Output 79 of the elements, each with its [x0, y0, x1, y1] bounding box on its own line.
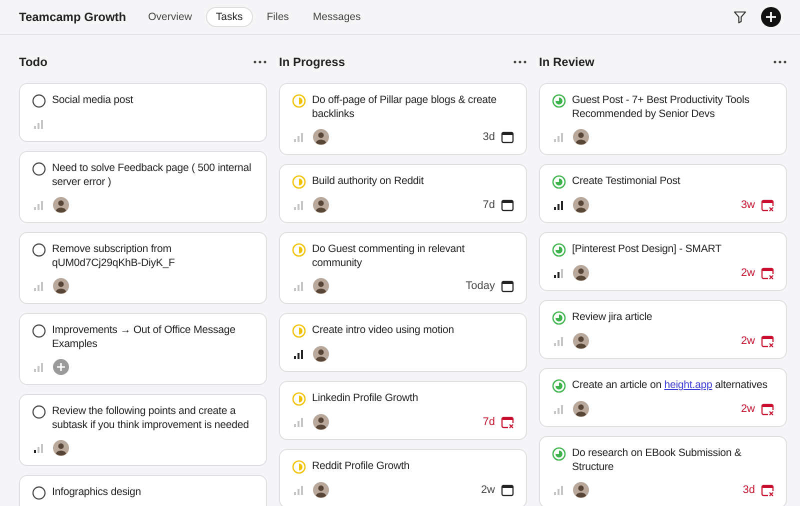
status-circle-icon[interactable]	[32, 94, 46, 108]
filter-icon[interactable]	[733, 10, 747, 24]
task-card[interactable]: Improvements → Out of Office Message Examples	[19, 313, 267, 385]
task-card[interactable]: Linkedin Profile Growth 7d	[279, 381, 527, 440]
task-card[interactable]: Remove subscription from qUM0d7Cj29qKhB-DiyK_F	[19, 232, 267, 304]
half-circle-status-icon[interactable]	[292, 460, 306, 474]
half-circle-status-icon[interactable]	[292, 243, 306, 257]
column-title: In Review	[539, 55, 594, 69]
half-circle-status-icon[interactable]	[292, 175, 306, 189]
task-card[interactable]: Build authority on Reddit 7d	[279, 164, 527, 223]
pie-status-icon[interactable]	[552, 447, 566, 461]
task-card[interactable]: Do Guest commenting in relevant community Today	[279, 232, 527, 304]
nav-tab[interactable]: Files	[256, 7, 299, 27]
task-card[interactable]: Infographics design	[19, 475, 267, 506]
due-date: 2w	[740, 335, 755, 347]
more-icon[interactable]	[513, 60, 527, 64]
pie-status-icon[interactable]	[552, 94, 566, 108]
task-card[interactable]: Need to solve Feedback page ( 500 internal server error )	[19, 151, 267, 223]
task-link[interactable]: height.app	[664, 379, 712, 391]
task-title: Create intro video using motion	[312, 323, 454, 337]
due-date: 3d	[482, 131, 495, 143]
half-circle-status-icon[interactable]	[292, 94, 306, 108]
add-assignee-icon[interactable]	[53, 359, 69, 375]
task-card[interactable]: Review jira article 2w	[539, 300, 787, 359]
add-button[interactable]	[761, 7, 781, 27]
project-title: Teamcamp Growth	[19, 10, 126, 24]
column-title: Todo	[19, 55, 48, 69]
task-title: Do Guest commenting in relevant community	[312, 242, 466, 270]
due-date: Today	[466, 280, 495, 292]
nav-tab[interactable]: Tasks	[206, 7, 253, 27]
due-date: 2w	[480, 484, 495, 496]
task-title: Do research on EBook Submission & Structure	[572, 446, 742, 474]
task-title: Reddit Profile Growth	[312, 459, 410, 473]
due-date: 3d	[742, 484, 755, 496]
more-icon[interactable]	[253, 60, 267, 64]
task-card[interactable]: Reddit Profile Growth 2w	[279, 449, 527, 506]
task-title: Create an article on height.app alternatives	[572, 378, 768, 392]
task-title: Do off-page of Pillar page blogs & create backlinks	[312, 93, 498, 121]
task-title: Review the following points and create a subtask if you think improvement is needed	[52, 404, 250, 432]
task-card[interactable]: Do off-page of Pillar page blogs & create backlinks 3d	[279, 83, 527, 155]
status-circle-icon[interactable]	[32, 162, 46, 176]
task-title: Create Testimonial Post	[572, 174, 680, 188]
more-icon[interactable]	[773, 60, 787, 64]
status-circle-icon[interactable]	[32, 324, 46, 338]
task-title: Remove subscription from qUM0d7Cj29qKhB-DiyK_F	[52, 242, 176, 270]
pie-status-icon[interactable]	[552, 243, 566, 257]
nav-tab[interactable]: Messages	[302, 7, 371, 27]
due-date: 7d	[482, 199, 495, 211]
task-card[interactable]: Review the following points and create a subtask if you think improvement is needed	[19, 394, 267, 466]
task-title: Improvements → Out of Office Message Examples	[52, 323, 236, 351]
column-title: In Progress	[279, 55, 346, 69]
task-card[interactable]: Social media post	[19, 83, 267, 142]
task-card[interactable]: Do research on EBook Submission & Structure 3d	[539, 436, 787, 506]
status-circle-icon[interactable]	[32, 486, 46, 500]
task-title: Guest Post - 7+ Best Productivity Tools Recommended by Senior Devs	[572, 93, 750, 121]
task-card[interactable]: Create intro video using motion	[279, 313, 527, 372]
task-title: Infographics design	[52, 485, 142, 499]
pie-status-icon[interactable]	[552, 175, 566, 189]
task-title: Need to solve Feedback page ( 500 internal server error )	[52, 161, 252, 189]
task-card[interactable]: Guest Post - 7+ Best Productivity Tools Recommended by Senior Devs	[539, 83, 787, 155]
nav-tab[interactable]: Overview	[138, 7, 202, 27]
task-title: Linkedin Profile Growth	[312, 391, 418, 405]
task-card[interactable]: Create an article on height.app alternatives 2w	[539, 368, 787, 427]
due-date: 7d	[482, 416, 495, 428]
task-title: [Pinterest Post Design] - SMART	[572, 242, 722, 256]
task-title: Review jira article	[572, 310, 652, 324]
task-title: Build authority on Reddit	[312, 174, 424, 188]
due-date: 2w	[740, 403, 755, 415]
pie-status-icon[interactable]	[552, 379, 566, 393]
pie-status-icon[interactable]	[552, 311, 566, 325]
due-date: 2w	[740, 267, 755, 279]
half-circle-status-icon[interactable]	[292, 392, 306, 406]
task-card[interactable]: [Pinterest Post Design] - SMART 2w	[539, 232, 787, 291]
half-circle-status-icon[interactable]	[292, 324, 306, 338]
status-circle-icon[interactable]	[32, 405, 46, 419]
due-date: 3w	[740, 199, 755, 211]
status-circle-icon[interactable]	[32, 243, 46, 257]
task-title: Social media post	[52, 93, 134, 107]
task-card[interactable]: Create Testimonial Post 3w	[539, 164, 787, 223]
